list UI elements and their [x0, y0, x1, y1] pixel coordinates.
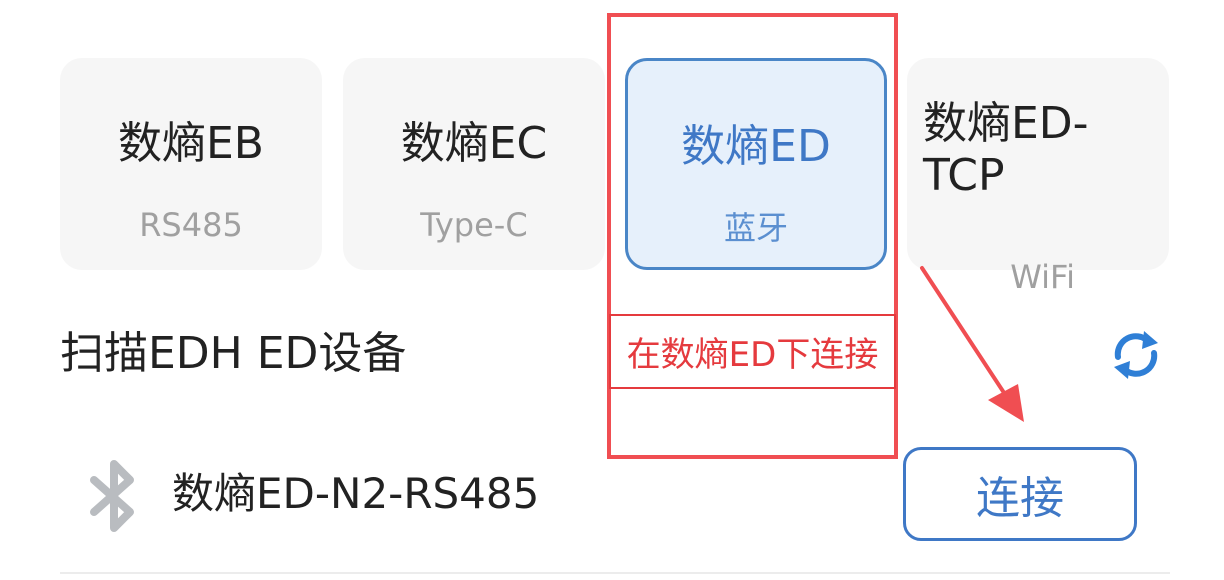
device-type-interface: Type-C: [420, 206, 528, 244]
device-name: 数熵ED-N2-RS485: [172, 469, 540, 518]
device-type-name: 数熵ED-TCP: [923, 98, 1089, 201]
annotation-label: 在数熵ED下连接: [626, 335, 879, 375]
device-type-card-eb[interactable]: 数熵EB RS485: [60, 58, 322, 270]
device-type-card-ec[interactable]: 数熵EC Type-C: [343, 58, 605, 270]
device-type-name: 数熵EC: [400, 118, 548, 169]
device-type-name: 数熵EB: [118, 118, 264, 169]
device-type-interface: RS485: [139, 206, 243, 244]
bluetooth-icon: [90, 460, 134, 532]
scan-section-title: 扫描EDH ED设备: [60, 328, 407, 379]
connect-button[interactable]: 连接: [903, 447, 1137, 541]
refresh-button[interactable]: [1108, 327, 1164, 383]
device-type-card-ed-tcp[interactable]: 数熵ED-TCP WiFi: [907, 58, 1169, 296]
annotation-highlight-box: [607, 13, 898, 459]
device-type-interface: WiFi: [1010, 258, 1075, 296]
refresh-icon: [1114, 331, 1158, 379]
list-divider: [60, 572, 1170, 574]
